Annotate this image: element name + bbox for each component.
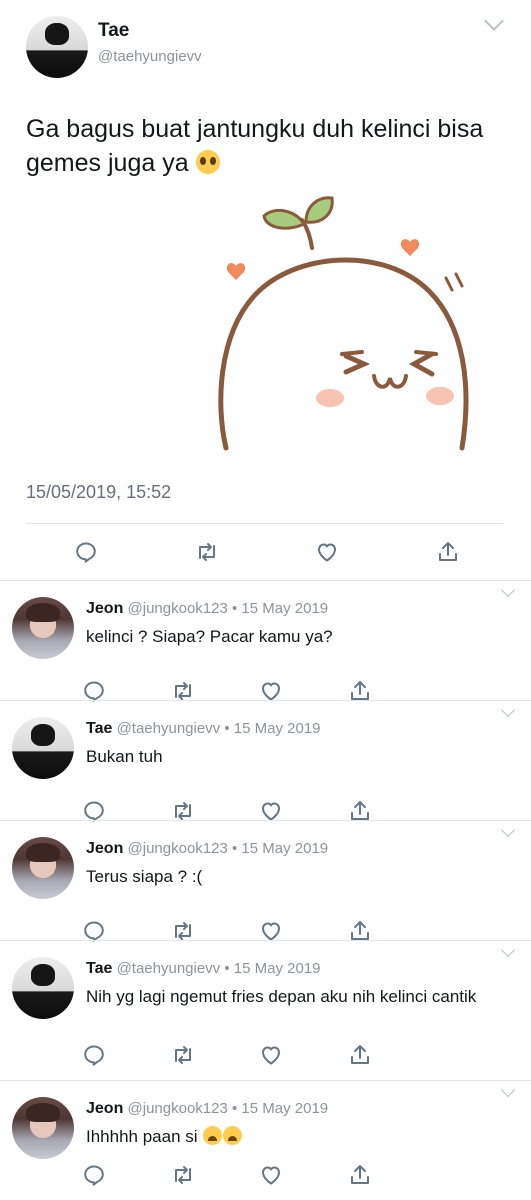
- reply-tweet[interactable]: Jeon @jungkook123 • 15 May 2019 kelinci …: [0, 580, 531, 702]
- avatar[interactable]: [26, 16, 88, 78]
- reply-text-body: Ihhhhh paan si: [86, 1127, 198, 1146]
- author-name[interactable]: Tae: [98, 20, 129, 42]
- reply-header: Jeon @jungkook123 • 15 May 2019: [86, 840, 328, 858]
- share-icon[interactable]: [436, 540, 460, 564]
- tweet-actions: [74, 539, 460, 565]
- reply-actions: [82, 1163, 372, 1187]
- tweet-timestamp[interactable]: 15/05/2019, 15:52: [26, 482, 171, 503]
- reply-author-handle[interactable]: @jungkook123: [128, 840, 228, 857]
- reply-author-name[interactable]: Jeon: [86, 840, 123, 857]
- share-icon[interactable]: [348, 1043, 372, 1067]
- reply-text: Nih yg lagi ngemut fries depan aku nih k…: [86, 987, 477, 1006]
- like-icon[interactable]: [315, 540, 339, 564]
- weary-face-emoji-icon: [203, 1126, 223, 1145]
- weary-face-emoji-icon: [223, 1126, 243, 1145]
- reply-author-handle[interactable]: @jungkook123: [128, 600, 228, 617]
- reply-text: Bukan tuh: [86, 747, 163, 766]
- share-icon[interactable]: [348, 1163, 372, 1187]
- reply-icon[interactable]: [74, 540, 98, 564]
- retweet-icon[interactable]: [171, 1043, 195, 1067]
- like-icon[interactable]: [259, 1163, 283, 1187]
- reply-author-name[interactable]: Jeon: [86, 600, 123, 617]
- reply-date[interactable]: • 15 May 2019: [224, 960, 320, 977]
- reply-text: kelinci ? Siapa? Pacar kamu ya?: [86, 627, 333, 646]
- avatar[interactable]: [12, 957, 74, 1019]
- reply-date[interactable]: • 15 May 2019: [224, 720, 320, 737]
- retweet-icon[interactable]: [195, 540, 219, 564]
- reply-date[interactable]: • 15 May 2019: [232, 1100, 328, 1117]
- chevron-down-icon[interactable]: [500, 582, 516, 598]
- avatar[interactable]: [12, 717, 74, 779]
- tweet-image[interactable]: [214, 186, 474, 456]
- tweet-text: Ga bagus buat jantungku duh kelinci bisa…: [26, 112, 506, 180]
- reply-author-handle[interactable]: @taehyungievv: [117, 960, 221, 977]
- author-handle[interactable]: @taehyungievv: [98, 48, 202, 65]
- chevron-down-icon[interactable]: [484, 11, 504, 31]
- reply-header: Tae @taehyungievv • 15 May 2019: [86, 720, 321, 738]
- reply-actions: [82, 1043, 372, 1067]
- reply-text: Terus siapa ? :(: [86, 867, 203, 886]
- chevron-down-icon[interactable]: [500, 942, 516, 958]
- reply-author-name[interactable]: Tae: [86, 720, 112, 737]
- reply-text: Ihhhhh paan si: [86, 1125, 506, 1148]
- reply-header: Jeon @jungkook123 • 15 May 2019: [86, 600, 328, 618]
- reply-tweet[interactable]: Jeon @jungkook123 • 15 May 2019 Ihhhhh p…: [0, 1080, 531, 1200]
- main-tweet: Tae @taehyungievv Ga bagus buat jantungk…: [0, 0, 531, 580]
- reply-date[interactable]: • 15 May 2019: [232, 840, 328, 857]
- chevron-down-icon[interactable]: [500, 822, 516, 838]
- reply-tweet[interactable]: Tae @taehyungievv • 15 May 2019 Nih yg l…: [0, 940, 531, 1080]
- divider: [26, 523, 504, 524]
- reply-author-handle[interactable]: @jungkook123: [128, 1100, 228, 1117]
- avatar[interactable]: [12, 597, 74, 659]
- avatar[interactable]: [12, 837, 74, 899]
- chevron-down-icon[interactable]: [500, 702, 516, 718]
- reply-icon[interactable]: [82, 1043, 106, 1067]
- reply-date[interactable]: • 15 May 2019: [232, 600, 328, 617]
- chevron-down-icon[interactable]: [500, 1082, 516, 1098]
- reply-author-name[interactable]: Tae: [86, 960, 112, 977]
- pleading-face-emoji-icon: [195, 150, 220, 174]
- reply-author-handle[interactable]: @taehyungievv: [117, 720, 221, 737]
- reply-header: Jeon @jungkook123 • 15 May 2019: [86, 1100, 328, 1118]
- reply-tweet[interactable]: Tae @taehyungievv • 15 May 2019 Bukan tu…: [0, 700, 531, 822]
- avatar[interactable]: [12, 1097, 74, 1159]
- retweet-icon[interactable]: [171, 1163, 195, 1187]
- tweet-text-body: Ga bagus buat jantungku duh kelinci bisa…: [26, 115, 484, 177]
- reply-header: Tae @taehyungievv • 15 May 2019: [86, 960, 321, 978]
- reply-icon[interactable]: [82, 1163, 106, 1187]
- reply-author-name[interactable]: Jeon: [86, 1100, 123, 1117]
- reply-tweet[interactable]: Jeon @jungkook123 • 15 May 2019 Terus si…: [0, 820, 531, 942]
- like-icon[interactable]: [259, 1043, 283, 1067]
